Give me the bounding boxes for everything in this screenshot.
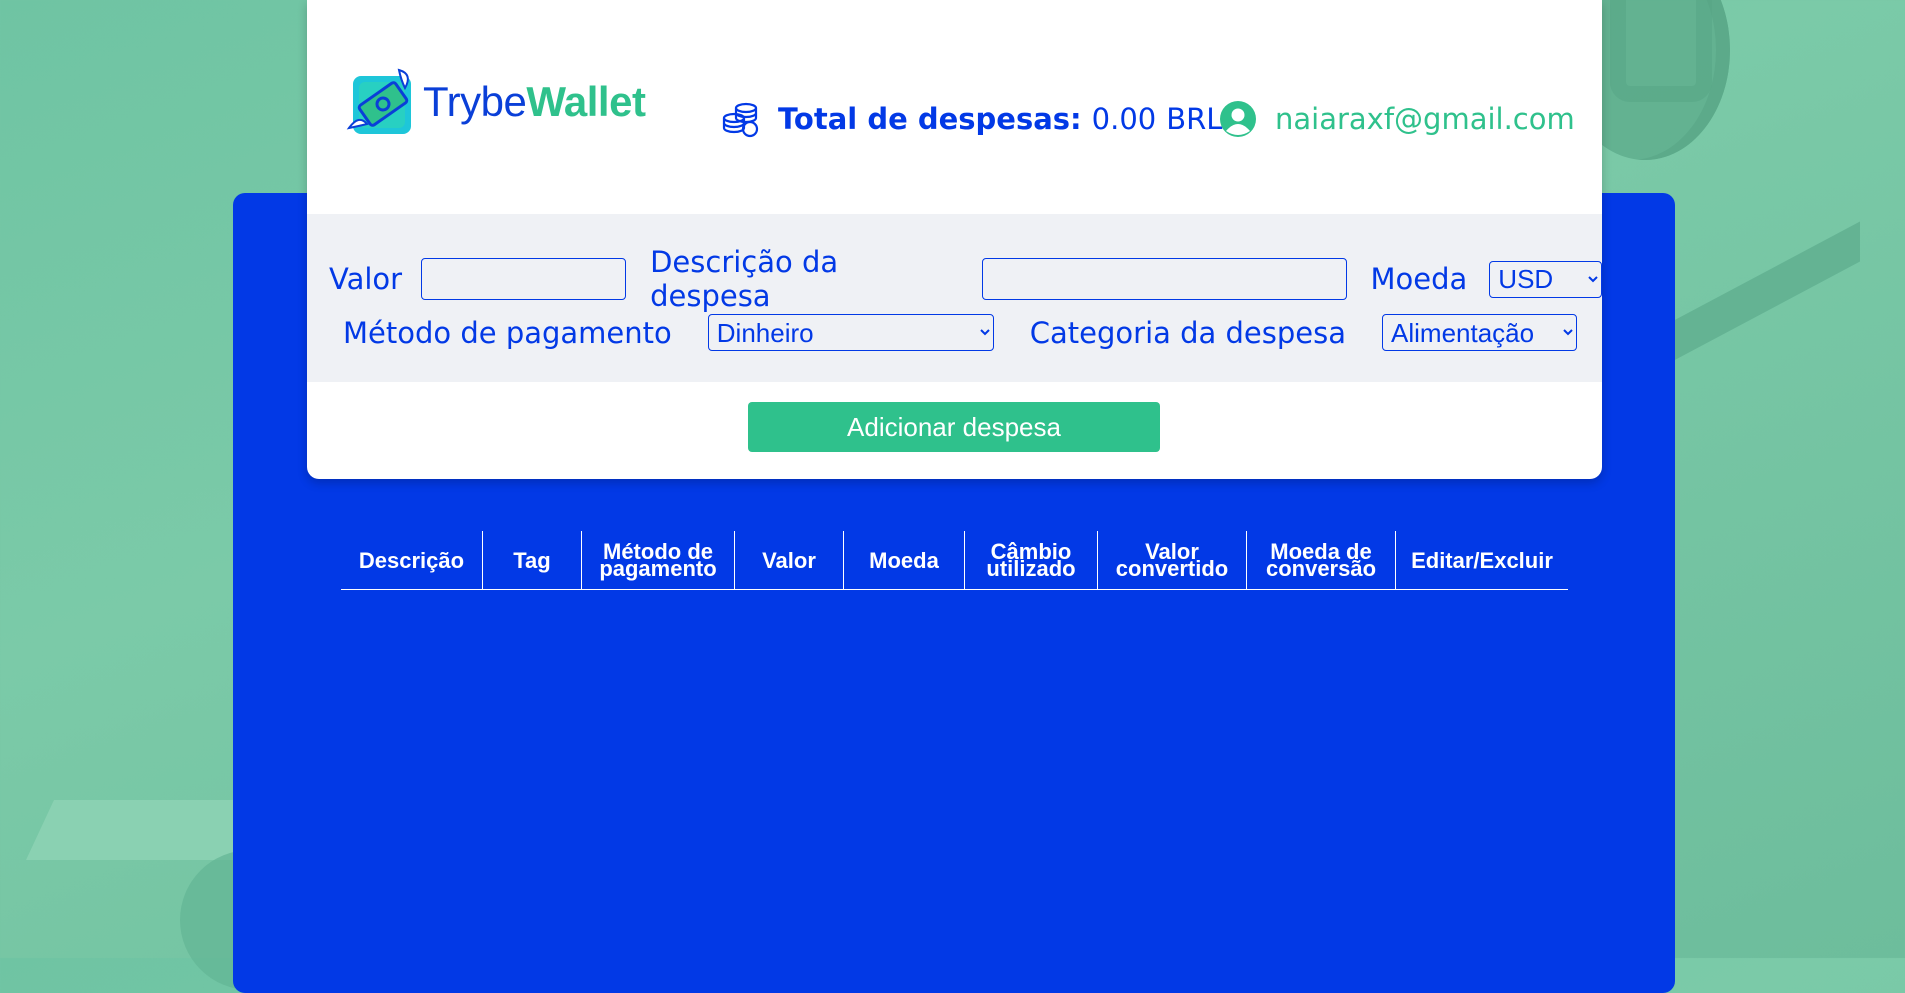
brand-name: TrybeWallet — [423, 78, 646, 126]
total-currency: BRL — [1166, 102, 1223, 136]
header-conversion-currency: Moeda de conversão — [1246, 531, 1396, 590]
description-label: Descrição da despesa — [650, 245, 839, 313]
user-info: naiaraxf@gmail.com — [1219, 100, 1575, 138]
form-row-2: Método de pagamento Dinheiro Categoria d… — [343, 314, 1578, 351]
header-value: Valor — [734, 531, 844, 590]
brand-name-part1: Trybe — [423, 78, 527, 125]
total-label: Total de despesas: — [778, 102, 1082, 136]
currency-select[interactable]: USD — [1489, 260, 1602, 298]
payment-method-label: Método de pagamento — [343, 315, 672, 350]
total-expenses: Total de despesas: 0.00 BRL — [722, 100, 1222, 138]
header-tag: Tag — [482, 531, 582, 590]
description-input[interactable] — [981, 258, 1347, 300]
header-currency: Moeda — [843, 531, 965, 590]
user-email: naiaraxf@gmail.com — [1275, 102, 1575, 136]
category-label: Categoria da despesa — [1029, 315, 1347, 350]
brand-name-part2: Wallet — [526, 78, 646, 125]
header-converted-value: Valor convertido — [1097, 531, 1247, 590]
header: TrybeWallet Total de despesas: 0.00 BRL — [307, 0, 1602, 214]
header-exchange-rate: Câmbio utilizado — [964, 531, 1098, 590]
expense-form: Valor Descrição da despesa Moeda USD Mét… — [307, 214, 1602, 382]
currency-label: Moeda — [1370, 262, 1468, 296]
header-payment-method: Método de pagamento — [581, 531, 735, 590]
value-label: Valor — [329, 262, 403, 296]
expenses-table: Descrição Tag Método de pagamento Valor … — [341, 531, 1568, 590]
brand-logo: TrybeWallet — [345, 66, 646, 138]
user-avatar-icon — [1220, 101, 1256, 137]
header-description: Descrição — [341, 531, 483, 590]
coins-icon — [722, 102, 759, 138]
table-header-row: Descrição Tag Método de pagamento Valor … — [341, 531, 1568, 590]
category-select[interactable]: Alimentação — [1382, 314, 1578, 351]
total-value: 0.00 — [1091, 102, 1157, 136]
wallet-logo-icon — [346, 68, 411, 134]
wallet-card: TrybeWallet Total de despesas: 0.00 BRL — [307, 0, 1602, 479]
add-expense-button[interactable]: Adicionar despesa — [748, 402, 1160, 452]
form-row-1: Valor Descrição da despesa Moeda USD — [329, 245, 1602, 313]
payment-method-select[interactable]: Dinheiro — [707, 314, 994, 351]
header-edit-delete: Editar/Excluir — [1395, 531, 1568, 590]
value-input[interactable] — [421, 258, 627, 300]
